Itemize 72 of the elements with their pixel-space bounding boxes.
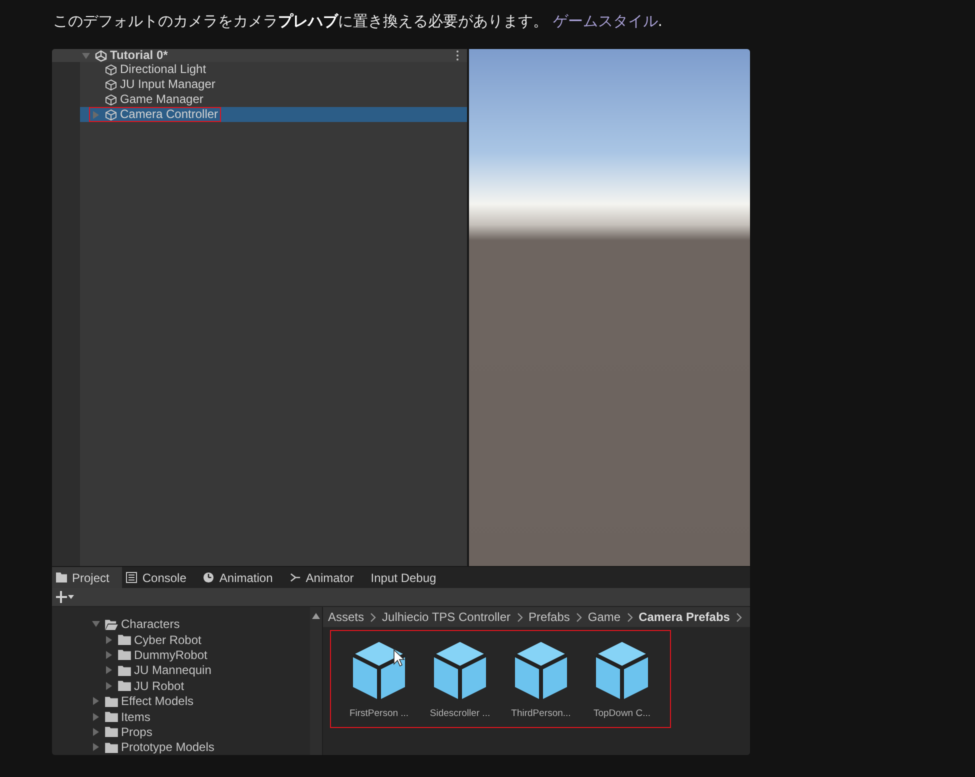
folder-icon [118,634,131,646]
folder-label[interactable]: Props [121,724,152,739]
cube-icon [431,640,489,702]
breadcrumb-link[interactable]: Prefabs [528,610,570,624]
clock-icon [203,572,214,584]
breadcrumb-link[interactable]: Julhiecio TPS Controller [382,610,511,624]
folder-icon [105,742,118,753]
add-dropdown-button[interactable] [54,591,76,604]
cube-icon [512,640,570,702]
folder-icon [118,649,131,660]
breadcrumb-link[interactable]: Camera Prefabs [638,610,730,624]
object-label: JU Input Manager [120,78,216,91]
panel-tab[interactable]: Input Debug [366,567,450,588]
unity-object-icon [105,108,117,120]
collapsed-arrow-icon[interactable] [92,728,100,736]
prefab-asset[interactable]: FirstPerson ... [339,640,419,720]
folder-label[interactable]: Prototype Models [121,740,214,754]
hierarchy-row[interactable]: Camera Controller [52,107,467,122]
unity-logo-icon [95,50,107,62]
folder-icon [105,711,118,722]
list-icon [126,572,138,584]
breadcrumb-link[interactable]: Assets [328,610,364,624]
scene-title[interactable]: Tutorial 0* [110,49,168,62]
folder-label[interactable]: JU Mannequin [134,663,212,678]
collapsed-arrow-icon[interactable] [92,697,100,706]
prefab-asset[interactable]: ThirdPerson... [501,640,581,720]
collapsed-arrow-icon[interactable] [92,743,100,752]
object-label: Game Manager [120,93,204,106]
collapsed-arrow-icon[interactable] [105,636,113,644]
panel-tab[interactable]: Animator [286,567,367,588]
unity-object-icon [105,64,117,76]
folder-icon [56,572,67,584]
collapsed-arrow-icon[interactable] [105,666,113,674]
folder-label[interactable]: Effect Models [121,694,194,708]
chevron-right-icon [736,612,742,622]
prefab-asset[interactable]: TopDown C... [582,640,662,720]
folder-label[interactable]: Cyber Robot [134,632,202,647]
unity-object-icon [105,94,117,106]
chevron-right-icon [370,612,376,622]
chevron-right-icon [516,612,523,622]
expanded-arrow-icon[interactable] [82,52,90,60]
folder-label[interactable]: DummyRobot [134,648,208,662]
prefab-asset[interactable]: Sidescroller ... [420,640,500,720]
node-graph-icon [290,572,301,584]
folder-label[interactable]: Characters [121,617,180,632]
chevron-right-icon [626,612,633,622]
cube-icon [593,640,651,702]
unity-object-icon [105,78,117,90]
collapsed-arrow-icon[interactable] [105,682,113,690]
article-paragraph: このデフォルトのカメラをカメラプレハブに置き換える必要があります。 ゲームスタイル. [52,11,664,32]
chevron-right-icon [576,612,582,622]
folder-label[interactable]: Items [121,710,150,724]
folder-icon [105,726,118,738]
collapsed-arrow-icon[interactable] [105,650,113,659]
collapsed-arrow-icon[interactable] [92,712,100,721]
game-style-link[interactable]: ゲームスタイル [552,12,658,30]
folder-label[interactable]: JU Robot [134,678,184,693]
more-options-icon[interactable] [456,50,459,61]
folder-icon [118,664,131,676]
panel-tab[interactable]: Console [122,567,200,588]
mouse-cursor-icon [393,649,405,668]
panel-tab[interactable]: Animation [199,567,286,588]
folder-icon [118,680,131,692]
open-folder-icon [105,618,118,630]
expanded-arrow-icon[interactable] [92,620,100,628]
object-label: Camera Controller [120,108,218,121]
breadcrumb-link[interactable]: Game [588,610,621,624]
scroll-up-icon[interactable] [312,613,320,620]
panel-tab[interactable]: Project [52,567,122,588]
object-label: Directional Light [120,63,206,76]
cube-icon [350,640,408,702]
folder-icon [105,696,118,707]
